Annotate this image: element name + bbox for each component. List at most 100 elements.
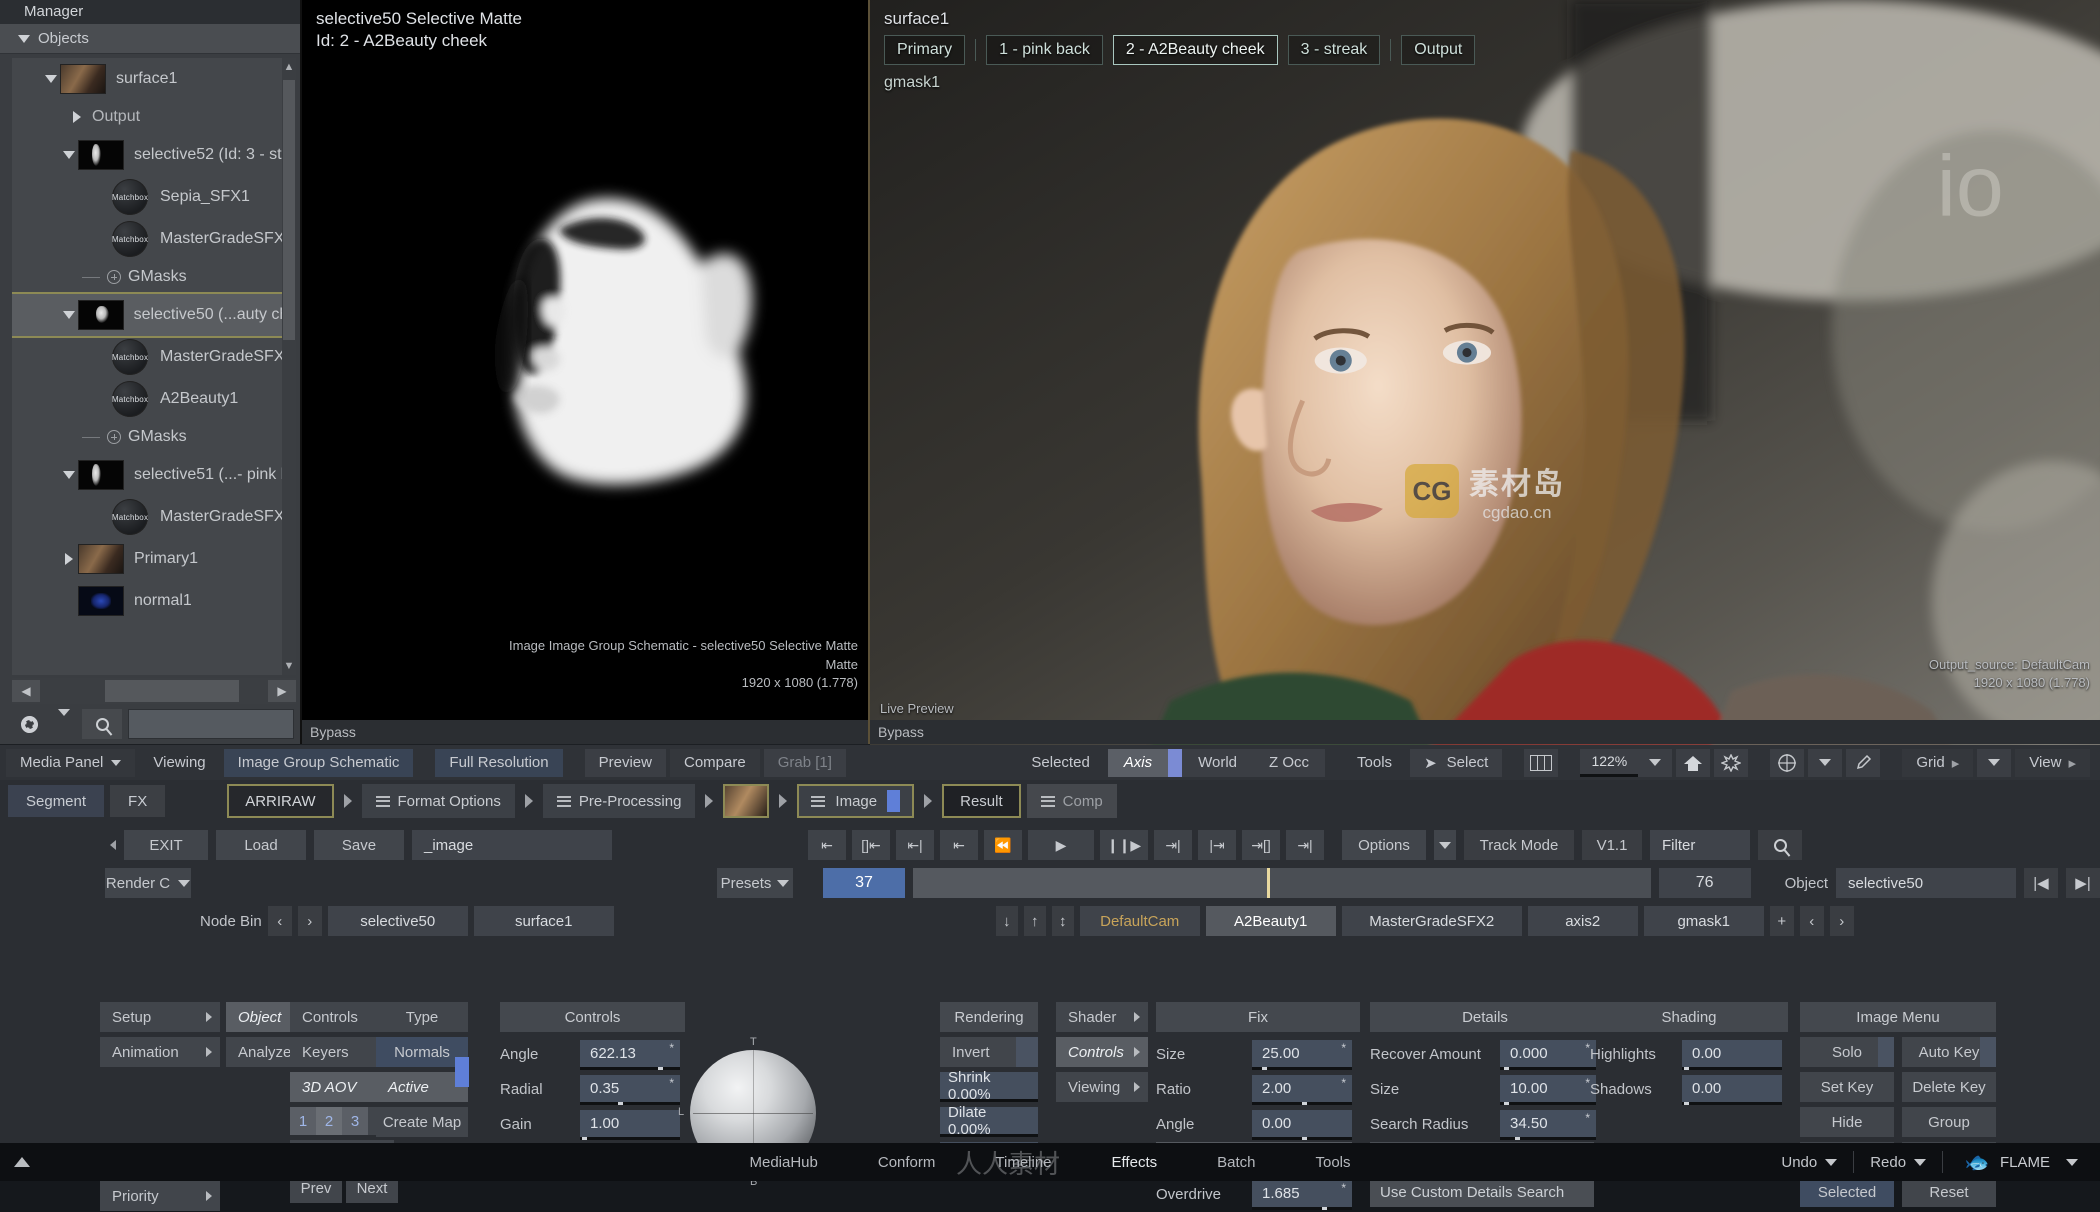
full-resolution-button[interactable]: Full Resolution [435, 749, 562, 777]
angle-value[interactable]: 622.13* [580, 1040, 680, 1070]
tab-effects[interactable]: Effects [1082, 1143, 1188, 1181]
zoom-dropdown-button[interactable] [1638, 749, 1672, 777]
tree-horizontal-scrollbar[interactable]: ◀ ▶ [12, 678, 296, 704]
node-sort-up-button[interactable]: ↑ [1024, 906, 1046, 936]
undo-button[interactable]: Undo [1769, 1147, 1849, 1177]
pause-button[interactable]: ❙❙▶ [1100, 830, 1148, 860]
aov-num-1[interactable]: 1 [290, 1107, 316, 1135]
gear-dropdown-button[interactable] [52, 710, 76, 739]
columns-icon[interactable] [1524, 749, 1558, 777]
prev-key-button[interactable]: ⇤| [896, 830, 934, 860]
tab-a2beauty-cheek[interactable]: 2 - A2Beauty cheek [1113, 35, 1278, 64]
dilate-value[interactable]: Dilate 0.00% [940, 1107, 1038, 1137]
tree-item-sepia-sfx1[interactable]: Matchbox Sepia_SFX1 [12, 176, 296, 218]
node-selective50[interactable]: selective50 [328, 906, 468, 936]
highlights-value[interactable]: 0.00 [1682, 1040, 1782, 1070]
grid-dropdown-button[interactable] [1977, 749, 2011, 777]
set-in-out-button[interactable]: []⇤ [852, 830, 890, 860]
node-tab-a2beauty1[interactable]: A2Beauty1 [1206, 906, 1336, 936]
presets-button[interactable]: Presets [717, 868, 793, 898]
options-button[interactable]: Options [1342, 830, 1426, 860]
filter-input[interactable]: Filter [1650, 830, 1750, 860]
expand-up-icon[interactable] [14, 1157, 30, 1167]
tab-mediahub[interactable]: MediaHub [719, 1143, 847, 1181]
scroll-left-icon[interactable]: ◀ [12, 680, 40, 702]
tree-item-mastergradesfx[interactable]: Matchbox MasterGradeSFX [12, 496, 296, 538]
scrollbar-thumb[interactable] [105, 680, 239, 702]
exit-button[interactable]: EXIT [124, 830, 208, 860]
shrink-value[interactable]: Shrink 0.00% [940, 1072, 1038, 1102]
fix-angle-value[interactable]: 0.00 [1252, 1110, 1352, 1140]
aov-num-2[interactable]: 2 [316, 1107, 342, 1135]
app-dropdown-button[interactable] [2054, 1147, 2090, 1177]
go-to-start-button[interactable]: ⇤ [808, 830, 846, 860]
tab-streak[interactable]: 3 - streak [1288, 35, 1381, 64]
node-sort-down-button[interactable]: ↓ [996, 906, 1018, 936]
fix-size-value[interactable]: 25.00* [1252, 1040, 1352, 1070]
chevron-right-icon[interactable] [68, 111, 86, 123]
tab-pink-back[interactable]: 1 - pink back [986, 35, 1103, 64]
tab-tools[interactable]: Tools [1285, 1143, 1380, 1181]
tree-item-gmasks-1[interactable]: GMasks [12, 260, 296, 294]
tree-item-gmasks-2[interactable]: GMasks [12, 420, 296, 454]
tree-vertical-scrollbar[interactable]: ▲ ▼ [282, 58, 296, 675]
node-next-button[interactable]: › [298, 906, 322, 936]
tree-item-selective51[interactable]: selective51 (...- pink b [12, 454, 296, 496]
redo-button[interactable]: Redo [1858, 1147, 1938, 1177]
type-button[interactable]: Type [376, 1002, 468, 1032]
target-icon[interactable] [1770, 749, 1804, 777]
use-custom-details-search-button[interactable]: Use Custom Details Search [1370, 1177, 1594, 1207]
object-value[interactable]: selective50 [1836, 868, 2016, 898]
filename-input[interactable]: _image [412, 830, 612, 860]
zoom-level[interactable]: 122% [1580, 749, 1638, 777]
node-surface1[interactable]: surface1 [474, 906, 614, 936]
grab-button[interactable]: Grab [1] [764, 749, 846, 777]
next-key-button[interactable]: |⇥ [1198, 830, 1236, 860]
eyedropper-icon[interactable] [1846, 749, 1880, 777]
media-panel-dropdown[interactable]: Media Panel [6, 749, 135, 777]
format-options-node[interactable]: Format Options [362, 784, 515, 818]
chevron-down-icon[interactable] [42, 75, 60, 83]
shader-controls-button[interactable]: Controls [1056, 1037, 1148, 1067]
search-button[interactable] [82, 709, 122, 739]
shader-button[interactable]: Shader [1056, 1002, 1148, 1032]
scroll-up-icon[interactable]: ▲ [282, 58, 296, 76]
delete-key-button[interactable]: Delete Key [1902, 1072, 1996, 1102]
tree-item-selective52[interactable]: selective52 (Id: 3 - stre [12, 134, 296, 176]
node-tab-defaultcam[interactable]: DefaultCam [1080, 906, 1200, 936]
object-tree[interactable]: surface1 Output selective52 (Id: 3 - str… [12, 58, 296, 675]
scroll-right-icon[interactable]: ▶ [268, 680, 296, 702]
node-scroll-left-button[interactable]: ‹ [1800, 906, 1824, 936]
search-radius-value[interactable]: 34.50* [1500, 1110, 1596, 1140]
collapse-left-icon[interactable] [110, 840, 116, 850]
target-dropdown-button[interactable] [1808, 749, 1842, 777]
image-group-schematic-button[interactable]: Image Group Schematic [224, 749, 414, 777]
save-button[interactable]: Save [314, 830, 404, 860]
tab-primary[interactable]: Primary [884, 35, 965, 64]
selected-button[interactable]: Selected [1800, 1177, 1894, 1207]
gain-value[interactable]: 1.00 [580, 1110, 680, 1140]
step-back-button[interactable]: ⇤ [940, 830, 978, 860]
track-mode-button[interactable]: Track Mode [1464, 830, 1574, 860]
reset-button[interactable]: Reset [1902, 1177, 1996, 1207]
radial-value[interactable]: 0.35* [580, 1075, 680, 1105]
tab-output[interactable]: Output [1401, 35, 1475, 64]
options-dropdown-button[interactable] [1434, 830, 1456, 860]
overdrive-value[interactable]: 1.685* [1252, 1180, 1352, 1210]
aov-num-3[interactable]: 3 [342, 1107, 368, 1135]
animation-button[interactable]: Animation [100, 1037, 220, 1067]
chevron-right-icon[interactable] [60, 553, 78, 565]
setup-button[interactable]: Setup [100, 1002, 220, 1032]
image-node[interactable]: Image [797, 784, 914, 818]
home-icon[interactable] [1676, 749, 1710, 777]
tree-item-surface1[interactable]: surface1 [12, 58, 296, 100]
z-occ-button[interactable]: Z Occ [1253, 749, 1325, 777]
tree-item-selective50[interactable]: selective50 (...auty che [12, 294, 296, 336]
set-out-button[interactable]: ⇥[] [1242, 830, 1280, 860]
left-viewer[interactable]: selective50 Selective Matte Id: 2 - A2Be… [302, 0, 870, 744]
objects-header[interactable]: Objects [0, 24, 300, 54]
select-tool-button[interactable]: ➤ Select [1410, 749, 1502, 777]
render-c-button[interactable]: Render C [105, 868, 191, 898]
bypass-label[interactable]: Bypass [878, 724, 924, 740]
create-map-button[interactable]: Create Map [376, 1107, 468, 1137]
